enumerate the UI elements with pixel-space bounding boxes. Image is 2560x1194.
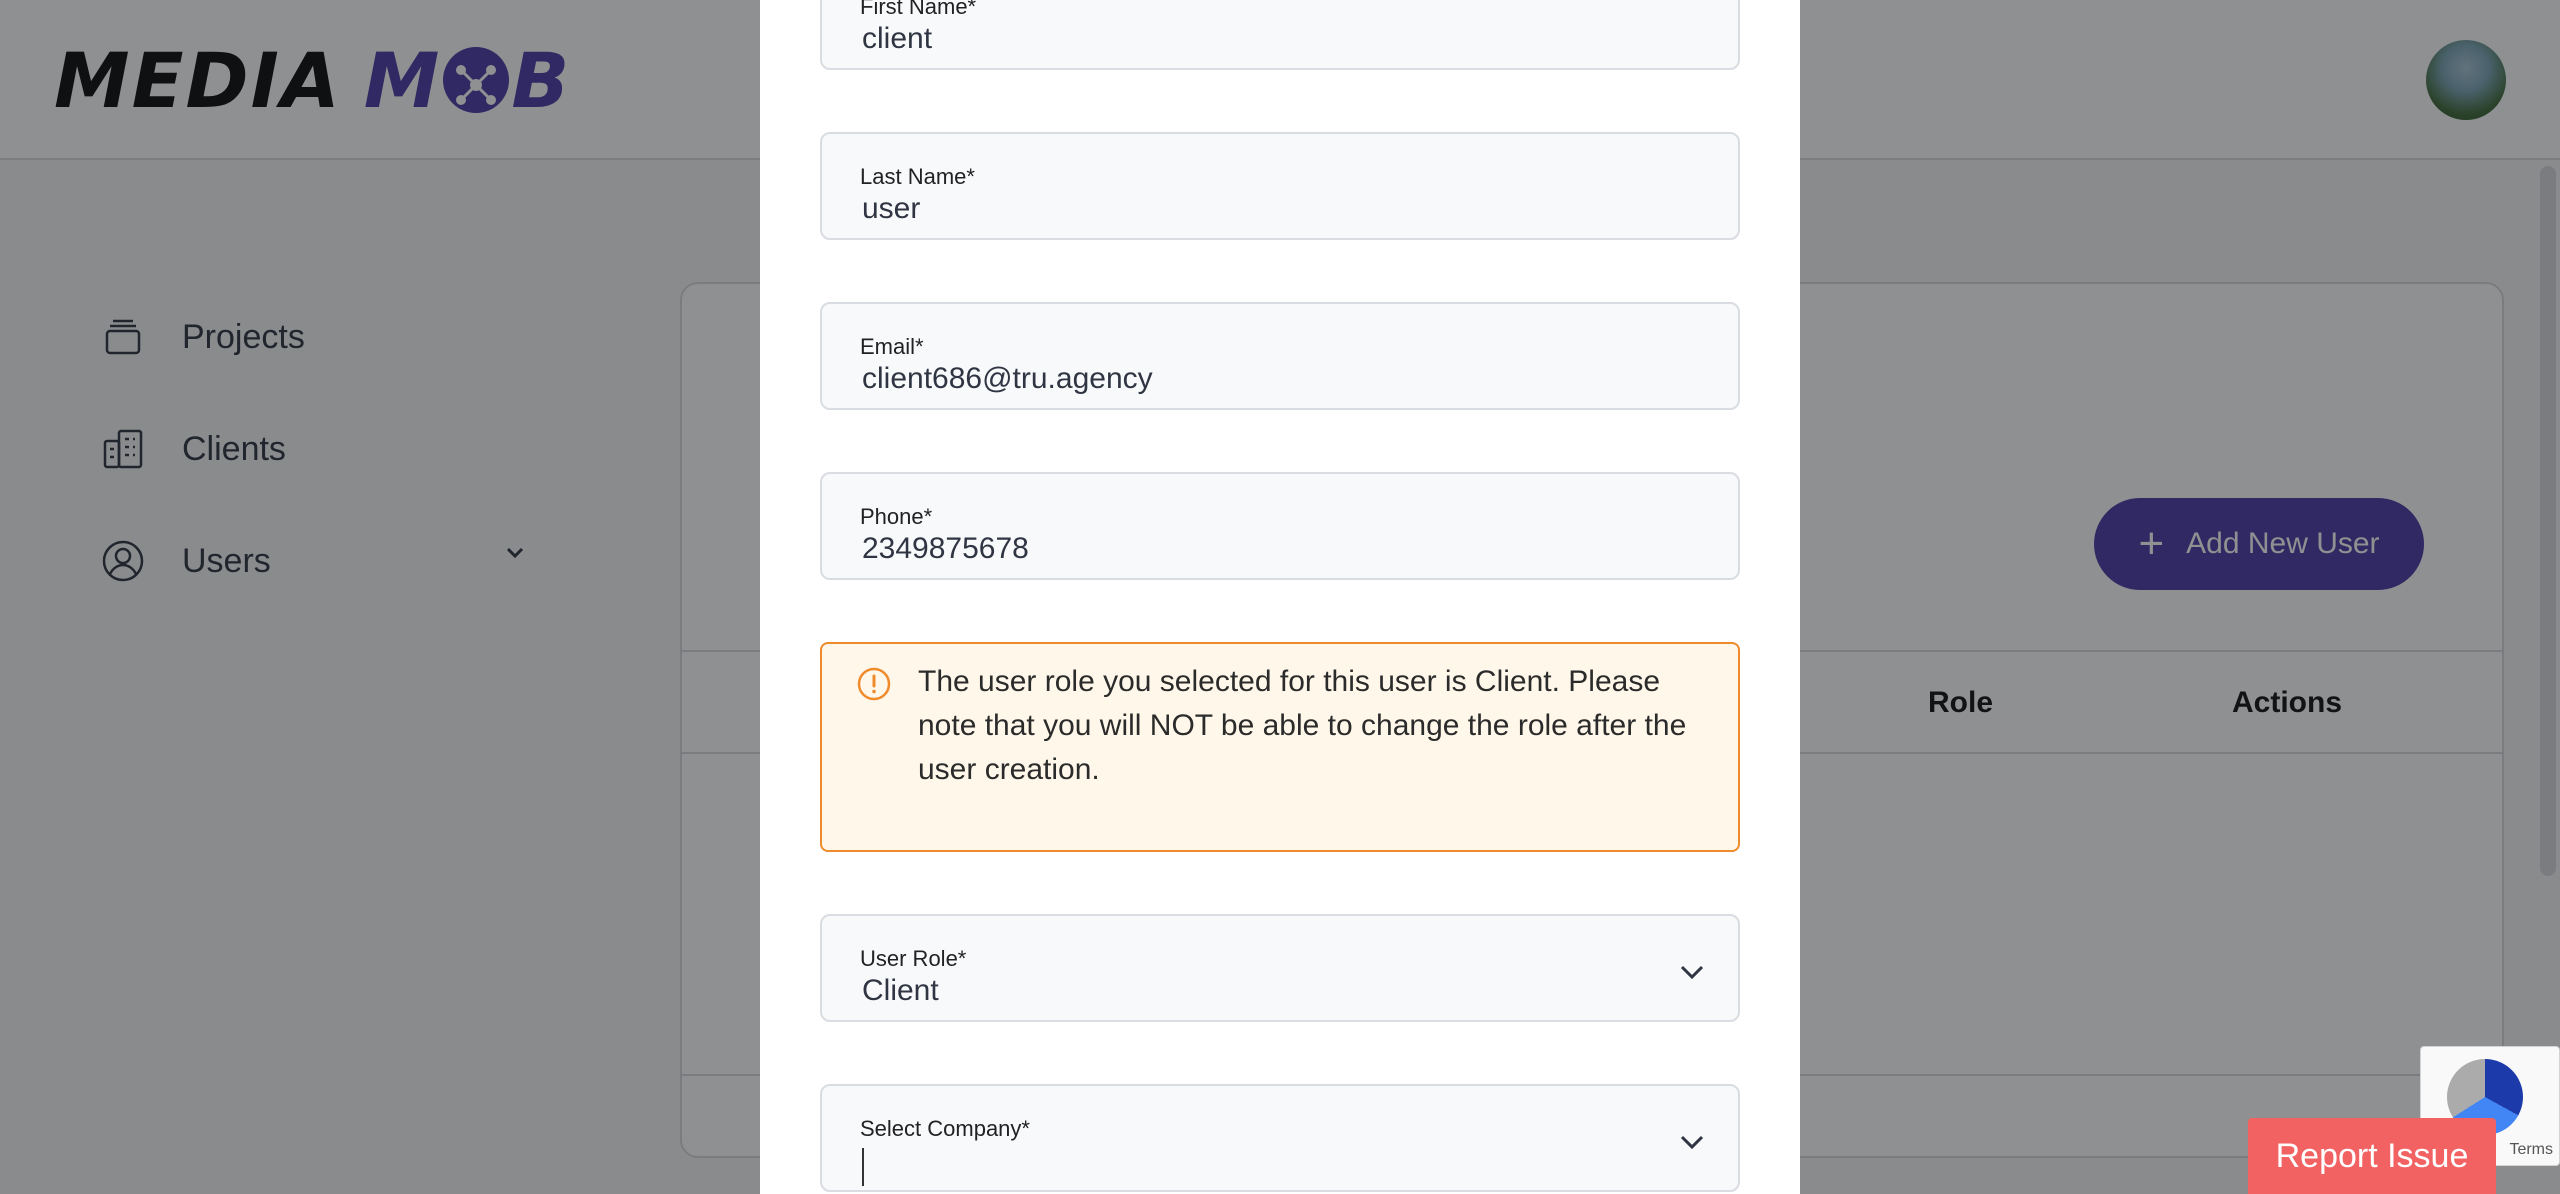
user-role-value: Client <box>862 974 939 1007</box>
last-name-value: user <box>862 192 921 225</box>
email-value: client686@tru.agency <box>862 362 1153 395</box>
add-user-modal: First Name* client Last Name* user Email… <box>760 0 1800 1194</box>
phone-value: 2349875678 <box>862 532 1029 565</box>
page-scrollbar[interactable] <box>2540 166 2556 876</box>
phone-label: Phone* <box>860 504 933 529</box>
first-name-field[interactable]: First Name* client <box>820 0 1740 70</box>
last-name-label: Last Name* <box>860 164 975 189</box>
last-name-field[interactable]: Last Name* user <box>820 132 1740 240</box>
email-label: Email* <box>860 334 924 359</box>
text-cursor <box>862 1148 864 1186</box>
alert-circle-icon <box>857 667 891 701</box>
select-company-label: Select Company* <box>860 1116 1030 1141</box>
role-warning-text: The user role you selected for this user… <box>918 665 1687 786</box>
chevron-down-icon[interactable] <box>1676 1126 1708 1158</box>
phone-field[interactable]: Phone* 2349875678 <box>820 472 1740 580</box>
email-field[interactable]: Email* client686@tru.agency <box>820 302 1740 410</box>
chevron-down-icon[interactable] <box>1676 956 1708 988</box>
first-name-value: client <box>862 22 933 55</box>
select-company-select[interactable]: Select Company* <box>820 1084 1740 1192</box>
recaptcha-terms-link[interactable]: Terms <box>2509 1141 2553 1159</box>
report-issue-button[interactable]: Report Issue <box>2248 1118 2496 1194</box>
role-warning-alert: The user role you selected for this user… <box>820 642 1740 852</box>
first-name-label: First Name* <box>860 0 977 19</box>
user-role-label: User Role* <box>860 946 967 971</box>
user-role-select[interactable]: User Role* Client <box>820 914 1740 1022</box>
